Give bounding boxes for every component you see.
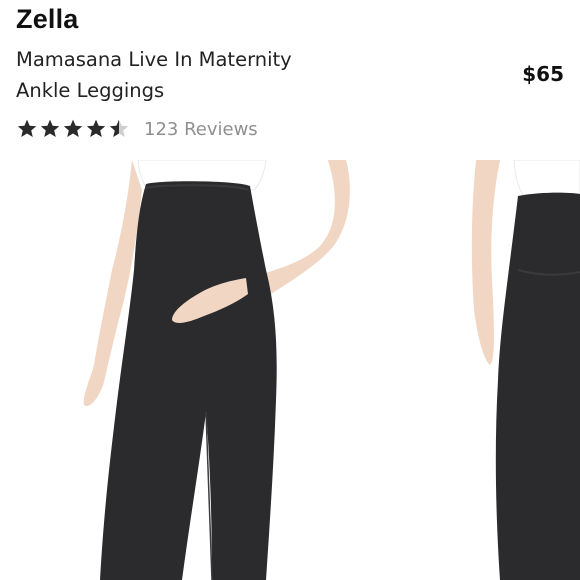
half-star-icon <box>109 119 129 137</box>
rating[interactable]: 123 Reviews <box>16 115 258 143</box>
star-rating <box>16 118 130 140</box>
product-gallery[interactable] <box>0 160 580 580</box>
product-title[interactable]: Mamasana Live In Maternity Ankle Legging… <box>16 44 336 106</box>
star-icon <box>17 119 37 137</box>
star-icon <box>40 119 60 137</box>
reviews-link[interactable]: 123 Reviews <box>144 119 258 140</box>
product-title-line-1: Mamasana Live In Maternity <box>16 48 292 71</box>
star-icon <box>86 119 106 137</box>
product-photo-front[interactable] <box>0 160 440 580</box>
price: $65 <box>522 62 564 86</box>
brand-name[interactable]: Zella <box>16 4 79 35</box>
star-icon <box>63 119 83 137</box>
product-title-line-2: Ankle Leggings <box>16 79 165 102</box>
product-photo-side[interactable] <box>470 160 580 580</box>
